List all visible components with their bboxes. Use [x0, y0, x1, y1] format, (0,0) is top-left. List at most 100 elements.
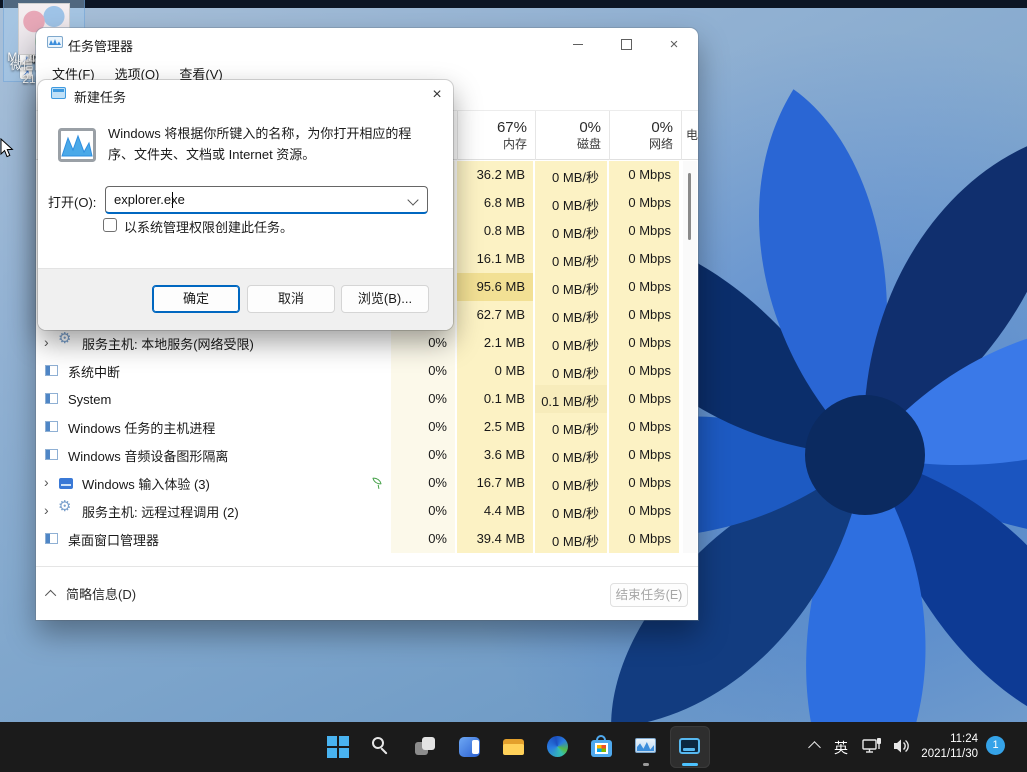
run-dialog-graph-icon — [58, 128, 96, 162]
memory-value: 39.4 MB — [457, 525, 533, 553]
table-row[interactable]: 系统中断 0% 0 MB 0 MB/秒 0 Mbps — [36, 357, 698, 385]
ok-button[interactable]: 确定 — [152, 285, 240, 313]
taskbar-icon[interactable] — [582, 726, 622, 768]
memory-value: 0.8 MB — [457, 217, 533, 245]
table-row[interactable]: Windows 任务的主机进程 0% 2.5 MB 0 MB/秒 0 Mbps — [36, 413, 698, 441]
disk-value: 0 MB/秒 — [535, 273, 607, 301]
fewer-details-toggle[interactable]: 简略信息(D) — [48, 584, 136, 603]
window-title: 任务管理器 — [68, 36, 133, 55]
table-row[interactable]: Windows 输入体验 (3) 0% 16.7 MB 0 MB/秒 0 Mbp… — [36, 469, 698, 497]
volume-tray-icon[interactable] — [892, 737, 912, 755]
dialog-description: Windows 将根据你所键入的名称，为你打开相应的程序、文件夹、文档或 Int… — [108, 123, 424, 165]
end-task-button[interactable]: 结束任务(E) — [610, 583, 688, 607]
close-button[interactable]: × — [652, 28, 696, 60]
taskbar-icon-glyph — [370, 735, 394, 759]
memory-value: 16.1 MB — [457, 245, 533, 273]
disk-value: 0 MB/秒 — [535, 469, 607, 497]
disk-value: 0 MB/秒 — [535, 245, 607, 273]
expand-chevron-icon[interactable] — [44, 497, 58, 525]
column-header-memory[interactable]: 67% 内存 — [457, 111, 535, 160]
memory-value: 95.6 MB — [457, 273, 533, 301]
open-combobox[interactable]: explorer.exe — [105, 186, 428, 214]
ime-language-indicator[interactable]: 英 — [834, 738, 848, 758]
network-value: 0 Mbps — [609, 301, 679, 329]
running-indicator — [643, 763, 649, 766]
taskbar-icon[interactable] — [626, 726, 666, 768]
disk-value: 0 MB/秒 — [535, 525, 607, 553]
expand-chevron-icon[interactable] — [44, 329, 58, 357]
cpu-value: 0% — [391, 413, 455, 441]
taskbar-icon-glyph — [678, 735, 702, 759]
table-row[interactable]: 服务主机: 本地服务(网络受限) 0% 2.1 MB 0 MB/秒 0 Mbps — [36, 329, 698, 357]
chevron-down-icon[interactable] — [407, 194, 418, 205]
process-name: System — [68, 392, 111, 407]
disk-value: 0 MB/秒 — [535, 329, 607, 357]
memory-value: 0 MB — [457, 357, 533, 385]
vertical-scrollbar[interactable] — [683, 161, 697, 553]
taskbar-icon-glyph — [502, 735, 526, 759]
top-dark-strip — [0, 0, 1027, 8]
memory-value: 62.7 MB — [457, 301, 533, 329]
process-name: 服务主机: 远程过程调用 (2) — [82, 502, 239, 521]
taskbar-icon[interactable] — [450, 726, 490, 768]
column-header-network[interactable]: 0% 网络 — [609, 111, 681, 160]
process-icon — [58, 503, 74, 519]
process-name-cell: 系统中断 — [36, 357, 391, 385]
column-header-disk[interactable]: 0% 磁盘 — [535, 111, 609, 160]
maximize-button[interactable] — [604, 28, 648, 60]
dialog-title-bar[interactable]: 新建任务 × — [38, 80, 453, 108]
table-row[interactable]: 桌面窗口管理器 0% 39.4 MB 0 MB/秒 0 Mbps — [36, 525, 698, 553]
memory-value: 4.4 MB — [457, 497, 533, 525]
network-tray-icon[interactable] — [862, 737, 882, 755]
network-value: 0 Mbps — [609, 245, 679, 273]
taskbar-icon[interactable] — [538, 726, 578, 768]
title-bar[interactable]: 任务管理器 × — [36, 28, 698, 60]
notification-badge[interactable]: 1 — [986, 736, 1005, 755]
expand-chevron-icon[interactable] — [44, 469, 58, 497]
process-icon — [58, 335, 74, 351]
taskbar-clock[interactable]: 11:24 2021/11/30 — [914, 732, 978, 762]
taskbar-icon[interactable] — [494, 726, 534, 768]
disk-value: 0.1 MB/秒 — [535, 385, 607, 413]
disk-value: 0 MB/秒 — [535, 441, 607, 469]
run-window-icon — [51, 87, 66, 99]
browse-button[interactable]: 浏览(B)... — [341, 285, 429, 313]
taskbar-icon[interactable] — [406, 726, 446, 768]
admin-checkbox[interactable] — [103, 218, 117, 232]
taskbar-icon[interactable] — [318, 726, 358, 768]
process-icon — [44, 391, 60, 407]
disk-value: 0 MB/秒 — [535, 497, 607, 525]
scrollbar-thumb[interactable] — [688, 173, 691, 240]
disk-value: 0 MB/秒 — [535, 217, 607, 245]
process-name: 系统中断 — [68, 362, 120, 381]
mouse-cursor — [0, 138, 14, 158]
cancel-button[interactable]: 取消 — [247, 285, 335, 313]
minimize-button[interactable] — [556, 28, 600, 60]
table-row[interactable]: Windows 音频设备图形隔离 0% 3.6 MB 0 MB/秒 0 Mbps — [36, 441, 698, 469]
network-value: 0 Mbps — [609, 217, 679, 245]
table-row[interactable]: 服务主机: 远程过程调用 (2) 0% 4.4 MB 0 MB/秒 0 Mbps — [36, 497, 698, 525]
network-value: 0 Mbps — [609, 357, 679, 385]
clock-time: 11:24 — [914, 732, 978, 747]
network-value: 0 Mbps — [609, 441, 679, 469]
process-icon — [58, 475, 74, 491]
text-caret — [172, 192, 173, 208]
cpu-value: 0% — [391, 469, 455, 497]
dialog-button-strip: 确定 取消 浏览(B)... — [38, 268, 453, 330]
cpu-value: 0% — [391, 525, 455, 553]
column-header-power[interactable]: 电 — [681, 111, 698, 160]
taskbar-center-icons — [318, 726, 710, 768]
process-name-cell: System — [36, 385, 391, 413]
taskbar-icon[interactable] — [362, 726, 402, 768]
table-row[interactable]: System 0% 0.1 MB 0.1 MB/秒 0 Mbps — [36, 385, 698, 413]
memory-value: 16.7 MB — [457, 469, 533, 497]
dialog-title: 新建任务 — [74, 87, 126, 106]
taskbar-icon-glyph — [546, 735, 570, 759]
dialog-close-icon[interactable]: × — [426, 84, 448, 106]
taskbar-icon[interactable] — [670, 726, 710, 768]
chevron-up-icon — [45, 589, 56, 600]
process-name-cell: 服务主机: 本地服务(网络受限) — [36, 329, 391, 357]
memory-value: 2.1 MB — [457, 329, 533, 357]
admin-checkbox-label: 以系统管理权限创建此任务。 — [124, 217, 293, 236]
network-value: 0 Mbps — [609, 385, 679, 413]
